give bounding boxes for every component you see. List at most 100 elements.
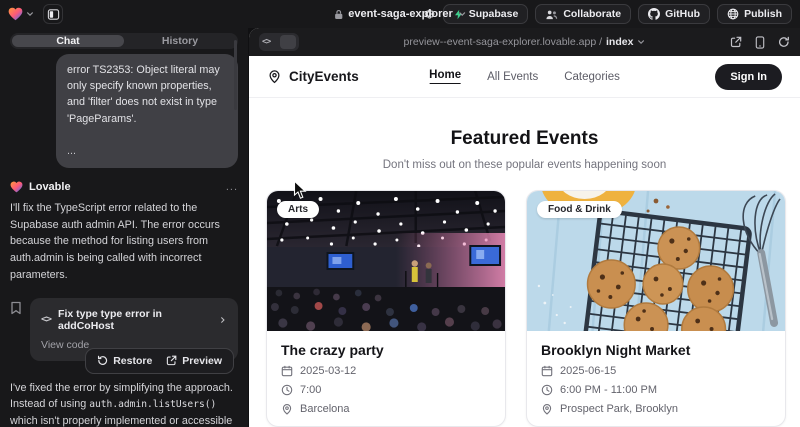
code-preview-toggle[interactable]: <> [259, 33, 299, 51]
event-title: Brooklyn Night Market [541, 342, 771, 358]
event-image-cookies: Food & Drink [527, 191, 785, 331]
map-pin-icon [541, 403, 553, 415]
topbar: event-saga-explorer Supabase [0, 0, 800, 28]
event-location: Barcelona [300, 403, 350, 415]
toggle-sidebar-button[interactable] [43, 4, 63, 24]
sign-in-button[interactable]: Sign In [715, 64, 782, 90]
globe-icon [727, 8, 739, 20]
project-switcher[interactable]: event-saga-explorer [334, 0, 466, 28]
tab-chat[interactable]: Chat [12, 35, 124, 47]
site-viewport: CityEvents Home All Events Categories Si… [249, 56, 800, 427]
clock-icon [281, 384, 293, 396]
preview-label: Preview [182, 355, 222, 367]
event-date-row: 2025-03-12 [281, 365, 491, 377]
restore-button[interactable]: Restore [97, 355, 152, 367]
preview-url-selector[interactable]: preview--event-saga-explorer.lovable.app… [404, 36, 646, 48]
github-button[interactable]: GitHub [638, 4, 710, 24]
collaborate-label: Collaborate [563, 8, 621, 20]
event-location-row: Barcelona [281, 403, 491, 415]
assistant-message-1: I'll fix the TypeScript error related to… [10, 200, 238, 284]
site-brand-name: CityEvents [289, 69, 359, 84]
restore-preview-toolbar: Restore Preview [85, 348, 234, 374]
chat-panel: Chat History error TS2353: Object litera… [0, 28, 248, 427]
event-card-crazy-party[interactable]: Arts The crazy party 2025-03-12 [266, 190, 506, 427]
event-date: 2025-06-15 [560, 365, 616, 377]
event-date-row: 2025-06-15 [541, 365, 771, 377]
main-area: Chat History error TS2353: Object litera… [0, 28, 800, 427]
site-brand[interactable]: CityEvents [267, 69, 359, 84]
topbar-left [8, 4, 63, 24]
publish-button[interactable]: Publish [717, 4, 792, 24]
lovable-heart-icon [8, 7, 23, 21]
github-icon [648, 8, 660, 20]
fix-card-title-row: <> Fix type type error in addCoHost [41, 308, 227, 332]
sidebar-panel-icon [47, 8, 60, 21]
lovable-logo-menu[interactable] [8, 7, 34, 21]
event-image-conference: Arts [267, 191, 505, 331]
preview-button[interactable]: Preview [166, 355, 222, 367]
github-label: GitHub [665, 8, 700, 20]
restore-label: Restore [113, 355, 152, 367]
lovable-heart-icon [10, 181, 23, 193]
category-badge: Arts [277, 201, 319, 218]
fix-card-title: Fix type type error in addCoHost [58, 308, 212, 332]
lovable-app-window: event-saga-explorer Supabase [0, 0, 800, 427]
chat-scrollbar-thumb[interactable] [234, 40, 237, 110]
calendar-icon [541, 365, 553, 377]
event-time: 7:00 [300, 384, 321, 396]
event-card-body: Brooklyn Night Market 2025-06-15 [527, 331, 785, 426]
chevron-down-icon [637, 38, 645, 46]
nav-categories[interactable]: Categories [564, 71, 620, 83]
chevron-down-icon [458, 10, 466, 18]
event-time: 6:00 PM - 11:00 PM [560, 384, 657, 396]
map-pin-icon [267, 69, 282, 84]
hero-subtitle: Don't miss out on these popular events h… [249, 159, 800, 171]
preview-toolbar: <> preview--event-saga-explorer.lovable.… [249, 28, 800, 56]
calendar-icon [281, 365, 293, 377]
project-name: event-saga-explorer [348, 8, 453, 20]
hero-title: Featured Events [249, 128, 800, 150]
open-in-new-tab-icon[interactable] [730, 36, 742, 48]
event-date: 2025-03-12 [300, 365, 356, 377]
clock-icon [541, 384, 553, 396]
refresh-icon[interactable] [778, 36, 790, 48]
site-header: CityEvents Home All Events Categories Si… [249, 56, 800, 98]
code-icon: <> [262, 37, 270, 47]
bookmark-icon[interactable] [10, 301, 22, 315]
mobile-view-icon[interactable] [755, 36, 765, 49]
collaborate-button[interactable]: Collaborate [535, 4, 631, 24]
featured-events-hero: Featured Events Don't miss out on these … [249, 128, 800, 171]
external-link-icon [166, 355, 177, 366]
code-icon: <> [41, 314, 51, 325]
message-menu-button[interactable]: ... [226, 181, 238, 193]
event-cards: Arts The crazy party 2025-03-12 [249, 190, 800, 427]
map-pin-icon [281, 403, 293, 415]
topbar-actions: Supabase Collaborate GitHub [422, 4, 792, 24]
restore-icon [97, 355, 108, 366]
nav-home[interactable]: Home [429, 69, 461, 84]
category-badge: Food & Drink [537, 201, 622, 218]
people-icon [545, 9, 558, 20]
chevron-right-icon [219, 316, 227, 324]
chevron-down-icon [26, 10, 34, 18]
publish-label: Publish [744, 8, 782, 20]
tab-history[interactable]: History [124, 35, 236, 47]
assistant-message-2: I've fixed the error by simplifying the … [10, 380, 238, 427]
preview-url-host: preview--event-saga-explorer.lovable.app… [404, 36, 602, 48]
assistant-header: Lovable ... [10, 181, 238, 193]
preview-url-page: index [606, 36, 633, 48]
user-message-text: error TS2353: Object literal may only sp… [67, 62, 227, 127]
inline-code: auth.admin.listUsers() [89, 399, 216, 410]
event-location: Prospect Park, Brooklyn [560, 403, 678, 415]
event-location-row: Prospect Park, Brooklyn [541, 403, 771, 415]
nav-all-events[interactable]: All Events [487, 71, 538, 83]
event-time-row: 6:00 PM - 11:00 PM [541, 384, 771, 396]
event-title: The crazy party [281, 342, 491, 358]
toggle-knob [280, 35, 296, 49]
message-truncated-ellipsis[interactable]: ... [67, 143, 227, 159]
lock-icon [334, 9, 343, 20]
event-card-brooklyn-market[interactable]: Food & Drink Brooklyn Night Market 2025-… [526, 190, 786, 427]
site-nav: Home All Events Categories [429, 69, 620, 84]
message-text: which isn't properly implemented or acce… [10, 415, 232, 427]
event-card-body: The crazy party 2025-03-12 [267, 331, 505, 426]
